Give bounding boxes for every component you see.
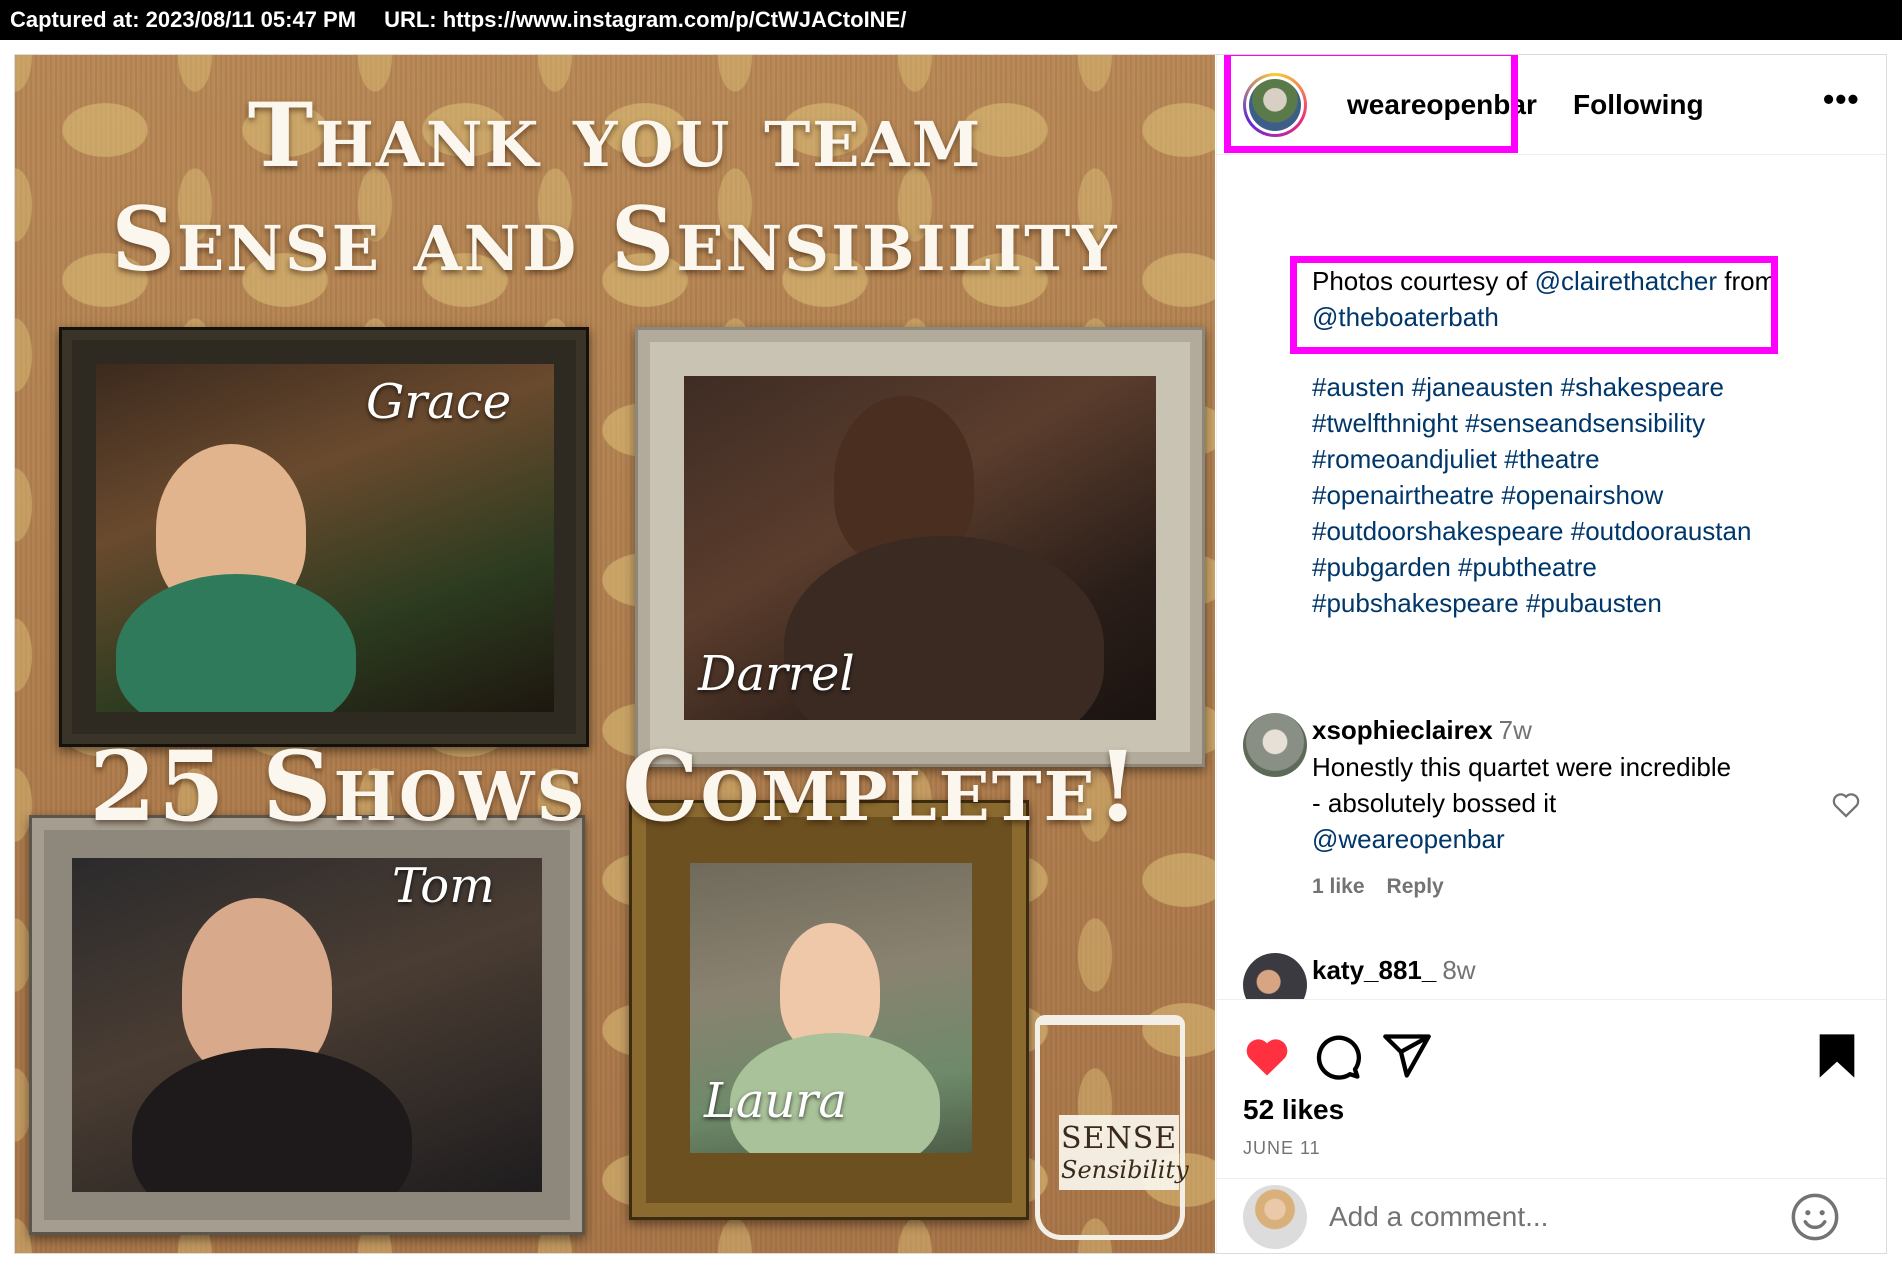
caption-line-1: Photos courtesy of @clairethatcher from — [1312, 263, 1776, 299]
post-side-panel: weareopenbar Following ••• Photos courte… — [1216, 55, 1886, 1253]
image-title-line-3: 25 Shows Complete! — [89, 730, 1141, 843]
likes-count[interactable]: 52 likes — [1243, 1094, 1344, 1126]
comment-input[interactable] — [1329, 1197, 1789, 1237]
hashtag-line[interactable]: #pubshakespeare #pubausten — [1312, 585, 1751, 621]
photo-frame-grace: Grace — [59, 327, 589, 747]
show-logo: SENSE Sensibility — [1059, 1115, 1189, 1190]
commenter-avatar[interactable] — [1243, 953, 1307, 999]
capture-url: URL: https://www.instagram.com/p/CtWJACt… — [384, 7, 907, 32]
post-actions: 52 likes JUNE 11 — [1217, 999, 1886, 1253]
hashtag-line[interactable]: #openairtheatre #openairshow — [1312, 477, 1751, 513]
figure-coat — [132, 1048, 412, 1192]
photo-laura: Laura — [690, 863, 972, 1153]
logo-line-2: Sensibility — [1061, 1156, 1189, 1184]
comment-meta: 1 like Reply — [1312, 875, 1444, 899]
name-label-laura: Laura — [704, 1073, 847, 1129]
comment-like-heart-icon[interactable] — [1829, 787, 1863, 821]
author-avatar[interactable] — [1243, 73, 1307, 137]
like-heart-icon[interactable] — [1241, 1030, 1293, 1082]
capture-timestamp: Captured at: 2023/08/11 05:47 PM — [10, 7, 357, 32]
add-comment-bar — [1217, 1178, 1886, 1253]
photo-tom: Tom — [72, 858, 542, 1192]
image-title-line-1: Thank you team — [247, 83, 983, 187]
comment-username-link[interactable]: katy_881_ — [1312, 955, 1436, 985]
post-date[interactable]: JUNE 11 — [1243, 1138, 1321, 1159]
comment-bubble-icon[interactable] — [1311, 1030, 1363, 1082]
commenter-avatar[interactable] — [1243, 713, 1307, 777]
hashtag-line[interactable]: #twelfthnight #senseandsensibility — [1312, 405, 1751, 441]
emoji-smiley-icon[interactable] — [1789, 1191, 1841, 1243]
hashtag-line[interactable]: #pubgarden #pubtheatre — [1312, 549, 1751, 585]
capture-info-bar: Captured at: 2023/08/11 05:47 PM URL: htt… — [0, 0, 1902, 40]
hashtag-line[interactable]: #romeoandjuliet #theatre — [1312, 441, 1751, 477]
following-button[interactable]: Following — [1573, 89, 1704, 121]
comment-username-link[interactable]: xsophieclairex — [1312, 715, 1493, 745]
save-bookmark-icon[interactable] — [1811, 1030, 1863, 1082]
name-label-tom: Tom — [392, 858, 495, 914]
figure-dress — [116, 574, 356, 712]
mention-link[interactable]: @clairethatcher — [1535, 266, 1717, 296]
author-username[interactable]: weareopenbar — [1347, 89, 1537, 121]
post-header: weareopenbar Following ••• — [1217, 55, 1886, 155]
hashtag-line[interactable]: #austen #janeausten #shakespeare — [1312, 369, 1751, 405]
photo-frame-tom: Tom — [29, 815, 585, 1235]
caption-text: from — [1717, 266, 1777, 296]
comment-likes[interactable]: 1 like — [1312, 875, 1365, 898]
name-label-grace: Grace — [366, 374, 512, 430]
photo-frame-laura: Laura — [629, 800, 1029, 1220]
comment-text: Honestly this quartet were incredible — [1312, 752, 1732, 782]
comments-section[interactable]: Photos courtesy of @clairethatcher from … — [1217, 155, 1886, 999]
share-paper-plane-icon[interactable] — [1381, 1030, 1433, 1082]
caption-line-2: @theboaterbath — [1312, 299, 1499, 335]
name-label-darrel: Darrel — [698, 646, 855, 702]
comment-time[interactable]: 7w — [1499, 715, 1532, 745]
mention-link[interactable]: @theboaterbath — [1312, 302, 1499, 332]
caption-text: Photos courtesy of — [1312, 266, 1535, 296]
hashtag-list: #austen #janeausten #shakespeare #twelft… — [1312, 369, 1751, 621]
photo-darrel: Darrel — [684, 376, 1156, 720]
comment-time[interactable]: 8w — [1442, 955, 1475, 985]
image-title-line-2: Sense and Sensibility — [111, 187, 1119, 291]
comment-reply-button[interactable]: Reply — [1387, 875, 1444, 898]
comment-text: - absolutely bossed it — [1312, 788, 1557, 818]
comment-username: katy_881_ 8w — [1312, 955, 1476, 986]
comment-username: xsophieclairex 7w — [1312, 715, 1532, 746]
more-options-icon[interactable]: ••• — [1823, 81, 1860, 118]
post-image[interactable]: Thank you team Sense and Sensibility Gra… — [15, 55, 1215, 1253]
hashtag-line[interactable]: #outdoorshakespeare #outdooraustan — [1312, 513, 1751, 549]
post-dialog: Thank you team Sense and Sensibility Gra… — [14, 54, 1887, 1254]
current-user-avatar — [1243, 1185, 1307, 1249]
logo-line-1: SENSE — [1061, 1121, 1178, 1156]
photo-frame-darrel: Darrel — [635, 327, 1205, 767]
comment-mention-link[interactable]: @weareopenbar — [1312, 821, 1505, 857]
photo-grace: Grace — [96, 364, 554, 712]
